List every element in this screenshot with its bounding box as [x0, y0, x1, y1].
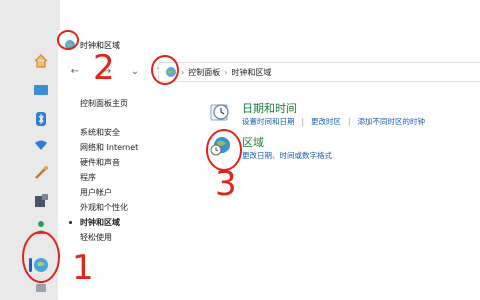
category-list: 日期和时间 设置时间和日期 | 更改时区 | 添加不同时区的时钟 区域 更改日期、时间或… [208, 98, 478, 166]
active-dot [69, 221, 72, 224]
control-panel-window: 时钟和区域 ← → ⌄ ↑ › 控制面板 › 时钟和区域 控制面板主页 系统和安… [58, 30, 480, 300]
nav-item-label: 时钟和区域 [80, 218, 120, 227]
apps-icon[interactable] [32, 192, 50, 210]
clock-region-icon [65, 40, 75, 50]
nav-item-label: 网络和 Internet [80, 143, 139, 152]
change-formats-link[interactable]: 更改日期、时间或数字格式 [242, 151, 332, 160]
window-title: 时钟和区域 [80, 40, 120, 50]
nav-item-programs[interactable]: 程序 [80, 170, 200, 185]
nav-item-label: 硬件和声音 [80, 158, 120, 167]
chevron-right-icon: › [181, 67, 185, 77]
region-links: 更改日期、时间或数字格式 [242, 150, 339, 161]
forward-arrow-icon[interactable]: → [100, 64, 114, 78]
back-arrow-icon[interactable]: ← [68, 64, 82, 78]
wifi-icon[interactable] [32, 136, 50, 154]
globe-clock-icon[interactable] [208, 134, 232, 158]
breadcrumb-clock-region[interactable]: 时钟和区域 [231, 67, 271, 78]
recent-dropdown-icon[interactable]: ⌄ [128, 64, 142, 78]
nav-item-system-security[interactable]: 系统和安全 [80, 125, 200, 140]
clock-icon[interactable] [208, 100, 232, 124]
category-date-time: 日期和时间 设置时间和日期 | 更改时区 | 添加不同时区的时钟 [208, 98, 478, 132]
brush-icon[interactable] [32, 164, 50, 182]
control-panel-home-link[interactable]: 控制面板主页 [80, 98, 200, 109]
system-icon[interactable] [32, 82, 50, 100]
nav-item-user-accounts[interactable]: 用户帐户 [80, 185, 200, 200]
date-time-links: 设置时间和日期 | 更改时区 | 添加不同时区的时钟 [242, 116, 432, 127]
lock-icon[interactable] [32, 278, 50, 296]
home-icon[interactable] [32, 52, 50, 70]
breadcrumb-control-panel[interactable]: 控制面板 [188, 67, 220, 78]
nav-item-ease-of-access[interactable]: 轻松使用 [80, 230, 200, 245]
nav-item-label: 用户帐户 [80, 188, 112, 197]
title-bar: 时钟和区域 [58, 36, 480, 54]
clock-region-icon [166, 67, 176, 77]
nav-item-network-internet[interactable]: 网络和 Internet [80, 140, 200, 155]
change-timezone-link[interactable]: 更改时区 [311, 117, 341, 126]
set-time-date-link[interactable]: 设置时间和日期 [242, 117, 295, 126]
nav-item-clock-region[interactable]: 时钟和区域 [69, 215, 200, 230]
nav-item-label: 外观和个性化 [80, 203, 128, 212]
date-time-title[interactable]: 日期和时间 [242, 100, 297, 116]
left-navigation: 控制面板主页 系统和安全 网络和 Internet 硬件和声音 程序 用户帐户 … [69, 98, 200, 245]
nav-item-hardware-sound[interactable]: 硬件和声音 [80, 155, 200, 170]
navigation-bar: ← → ⌄ ↑ › 控制面板 › 时钟和区域 [58, 60, 480, 82]
add-clocks-link[interactable]: 添加不同时区的时钟 [358, 117, 426, 126]
address-bar[interactable]: › 控制面板 › 时钟和区域 [158, 62, 480, 82]
taskbar-sidebar [0, 0, 60, 300]
chevron-right-icon: › [224, 67, 228, 77]
nav-item-label: 程序 [80, 173, 96, 182]
nav-item-appearance[interactable]: 外观和个性化 [80, 200, 200, 215]
category-region: 区域 更改日期、时间或数字格式 [208, 132, 478, 166]
divider: | [348, 117, 351, 126]
divider: | [301, 117, 305, 126]
time-language-icon[interactable] [32, 256, 50, 274]
user-icon[interactable] [32, 218, 50, 236]
region-title[interactable]: 区域 [242, 134, 264, 150]
nav-item-label: 系统和安全 [80, 128, 120, 137]
nav-item-label: 轻松使用 [80, 233, 112, 242]
bluetooth-icon[interactable] [32, 110, 50, 128]
